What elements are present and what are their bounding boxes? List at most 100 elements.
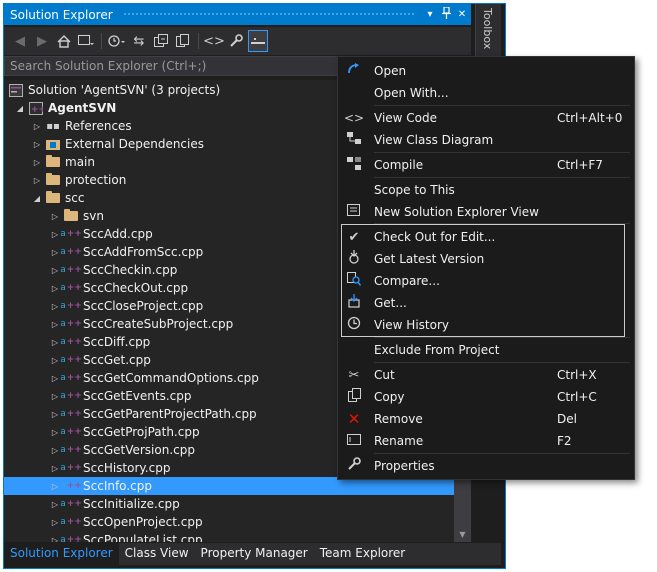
title-grip[interactable] [122, 12, 415, 17]
forward-icon[interactable]: ▶ [32, 30, 52, 52]
home-icon[interactable] [54, 30, 74, 52]
show-all-files-icon[interactable] [173, 30, 193, 52]
menu-item-compare[interactable]: Compare... [339, 270, 633, 292]
pending-changes-icon[interactable] [107, 30, 127, 52]
view-code-icon[interactable]: <> [203, 30, 225, 52]
menu-item-get-latest-version[interactable]: Get Latest Version [339, 248, 633, 270]
menu-item-label: Scope to This [374, 183, 455, 197]
back-icon[interactable]: ◀ [10, 30, 30, 52]
tree-node-label: scc [65, 191, 85, 205]
expand-arrow-icon[interactable]: ▷ [49, 518, 61, 527]
locked-cpp-file-icon: a ++ [60, 283, 82, 293]
bottom-tab-strip: Solution Explorer Class View Property Ma… [4, 543, 501, 565]
menu-item-label: View Class Diagram [374, 133, 494, 147]
tree-row-file[interactable]: ▷ a ++ SccInitialize.cpp [4, 495, 454, 513]
menu-item-compile[interactable]: Compile Ctrl+F7 [339, 154, 633, 176]
expand-arrow-icon[interactable]: ▷ [49, 266, 61, 275]
menu-item-shortcut: Ctrl+F7 [557, 158, 603, 172]
title-bar: Solution Explorer ▾ ✕ [4, 4, 471, 25]
tab-property-manager[interactable]: Property Manager [195, 543, 314, 565]
expand-arrow-icon[interactable]: ▷ [49, 500, 61, 509]
expand-arrow-icon[interactable]: ▷ [49, 248, 61, 257]
expand-arrow-icon[interactable]: ▷ [49, 284, 61, 293]
pin-icon[interactable] [439, 5, 453, 23]
menu-item-open[interactable]: Open [339, 60, 633, 82]
menu-item-check-out-for-edit[interactable]: ✔ Check Out for Edit... [339, 226, 633, 248]
expand-arrow-icon[interactable]: ▷ [49, 464, 61, 473]
toolbox-side-tab[interactable]: Toolbox [475, 4, 501, 56]
close-icon[interactable]: ✕ [455, 7, 469, 23]
expand-arrow-icon[interactable]: ▷ [49, 374, 61, 383]
preview-icon[interactable] [248, 30, 268, 52]
expand-arrow-icon[interactable]: ▷ [49, 482, 61, 491]
menu-item-label: Open With... [374, 86, 449, 100]
switch-views-icon[interactable] [76, 30, 96, 52]
locked-cpp-file-icon: a ++ [60, 229, 82, 239]
file-label: SccGetProjPath.cpp [83, 425, 200, 439]
expand-arrow-icon[interactable]: ▷ [31, 176, 43, 185]
tree-row-file[interactable]: ▷ a ++ SccPopulateList.cpp [4, 531, 454, 542]
file-label: SccInitialize.cpp [83, 497, 180, 511]
menu-item-label: Exclude From Project [374, 343, 500, 357]
file-label: SccGetVersion.cpp [83, 443, 195, 457]
sync-icon[interactable]: ⇆ [129, 30, 149, 52]
menu-item-exclude-from-project[interactable]: Exclude From Project [339, 339, 633, 361]
expand-arrow-icon[interactable]: ▷ [49, 302, 61, 311]
menu-item-scope-to-this[interactable]: Scope to This [339, 179, 633, 201]
file-label: SccGet.cpp [83, 353, 151, 367]
expand-arrow-icon[interactable]: ▷ [49, 320, 61, 329]
menu-item-copy[interactable]: Copy Ctrl+C [339, 386, 633, 408]
menu-item-view-class-diagram[interactable]: View Class Diagram [339, 129, 633, 151]
file-label: SccAdd.cpp [83, 227, 153, 241]
toolbar: ◀ ▶ ⇆ <> [4, 27, 471, 55]
menu-separator [374, 105, 630, 106]
menu-item-label: Copy [374, 390, 405, 404]
menu-item-shortcut: F2 [557, 434, 572, 448]
scroll-down-icon[interactable]: ▼ [454, 528, 471, 542]
menu-item-rename[interactable]: Rename F2 [339, 430, 633, 452]
tab-solution-explorer[interactable]: Solution Explorer [4, 543, 119, 565]
menu-item-view-history[interactable]: View History [339, 314, 633, 336]
menu-item-label: Rename [374, 434, 424, 448]
folder-icon [45, 155, 61, 169]
toolbar-separator [101, 33, 102, 49]
expand-arrow-icon[interactable]: ▷ [49, 410, 61, 419]
menu-item-cut[interactable]: ✂ Cut Ctrl+X [339, 364, 633, 386]
tree-row-file[interactable]: ▷ a ++ SccOpenProject.cpp [4, 513, 454, 531]
file-label: SccGetParentProjectPath.cpp [83, 407, 257, 421]
menu-item-label: Compare... [374, 274, 440, 288]
file-label: SccHistory.cpp [83, 461, 171, 475]
properties-icon[interactable] [226, 30, 246, 52]
collapse-arrow-icon[interactable]: ◢ [14, 104, 26, 113]
menu-item-new-solution-explorer-view[interactable]: New Solution Explorer View [339, 201, 633, 223]
menu-item-label: Compile [374, 158, 424, 172]
expand-arrow-icon[interactable]: ▷ [31, 158, 43, 167]
references-icon: ▪▪ [46, 120, 60, 132]
tree-node-label: main [65, 155, 95, 169]
svg-text:++: ++ [31, 105, 43, 115]
tab-class-view[interactable]: Class View [119, 543, 195, 565]
expand-arrow-icon[interactable]: ▷ [49, 356, 61, 365]
expand-arrow-icon[interactable]: ▷ [49, 446, 61, 455]
expand-arrow-icon[interactable]: ▷ [49, 338, 61, 347]
expand-arrow-icon[interactable]: ▷ [31, 122, 43, 131]
expand-arrow-icon[interactable]: ▷ [49, 230, 61, 239]
menu-item-get[interactable]: Get... [339, 292, 633, 314]
menu-item-label: View Code [374, 111, 438, 125]
expand-arrow-icon[interactable]: ▷ [49, 392, 61, 401]
menu-item-properties[interactable]: Properties [339, 455, 633, 477]
menu-item-remove[interactable]: ✕ Remove Del [339, 408, 633, 430]
expand-arrow-icon[interactable]: ▷ [49, 428, 61, 437]
expand-arrow-icon[interactable]: ▷ [49, 536, 61, 543]
file-label: SccGetCommandOptions.cpp [83, 371, 259, 385]
expand-arrow-icon[interactable]: ▷ [49, 212, 61, 221]
expand-arrow-icon[interactable]: ▷ [31, 140, 43, 149]
locked-cpp-file-icon: a ++ [60, 481, 82, 491]
tab-team-explorer[interactable]: Team Explorer [314, 543, 412, 565]
collapse-arrow-icon[interactable]: ◢ [31, 194, 43, 203]
window-position-dropdown-icon[interactable]: ▾ [423, 7, 437, 23]
menu-item-open-with[interactable]: Open With... [339, 82, 633, 104]
collapse-all-icon[interactable] [151, 30, 171, 52]
menu-item-view-code[interactable]: <> View Code Ctrl+Alt+0 [339, 107, 633, 129]
locked-cpp-file-icon: a ++ [60, 301, 82, 311]
